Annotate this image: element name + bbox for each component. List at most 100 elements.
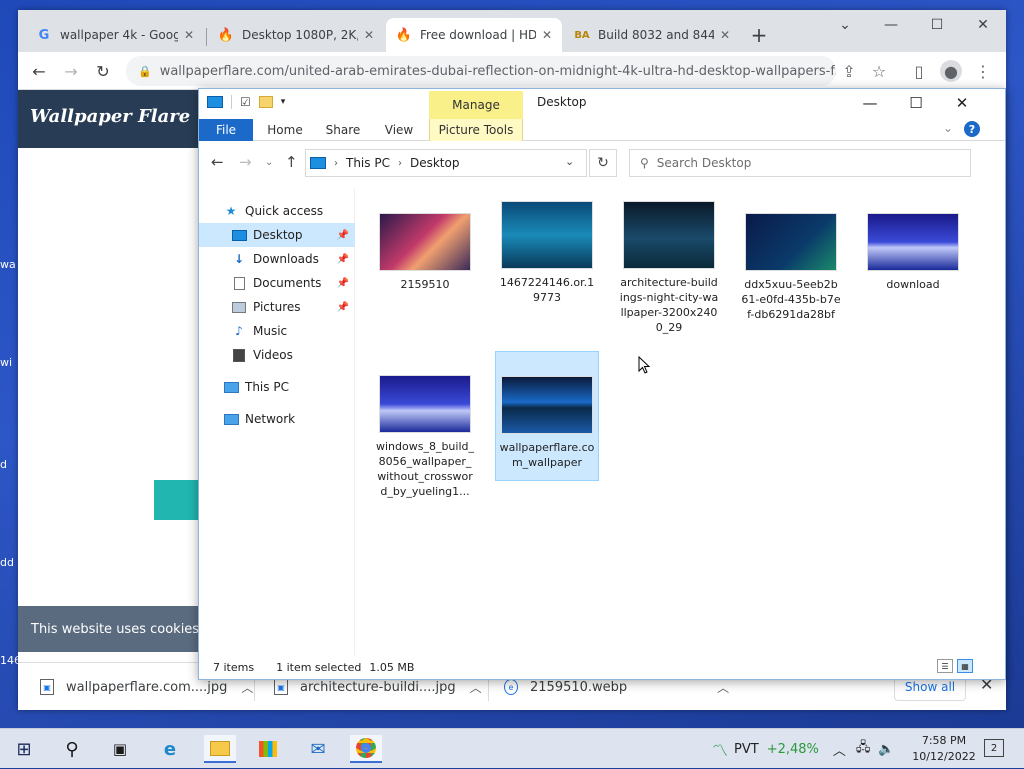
- help-icon[interactable]: ?: [964, 121, 980, 137]
- page-block: [154, 480, 198, 520]
- chevron-up-icon[interactable]: ︿: [833, 740, 846, 759]
- dropdown-icon[interactable]: ▾: [281, 97, 286, 107]
- chevron-up-icon[interactable]: ︿: [470, 679, 482, 696]
- details-view-icon[interactable]: ☰: [937, 659, 953, 673]
- file-item[interactable]: 2159510: [373, 205, 477, 292]
- file-item-selected[interactable]: wallpaperflare.com_wallpaper: [495, 351, 599, 481]
- maximize-button[interactable]: ☐: [914, 10, 960, 40]
- nav-item-documents[interactable]: Documents 📌: [199, 271, 355, 295]
- stock-change[interactable]: +2,48%: [767, 742, 819, 757]
- site-logo[interactable]: Wallpaper Flare: [30, 106, 190, 127]
- chrome-icon[interactable]: [350, 735, 382, 763]
- pin-icon[interactable]: 📌: [337, 302, 349, 313]
- search-input[interactable]: ⚲ Search Desktop: [629, 149, 971, 177]
- image-file-icon: ▣: [274, 679, 288, 695]
- clock[interactable]: 7:58 PM 10/12/2022: [912, 733, 976, 765]
- file-list: 2159510 1467224146.or.19773 architecture…: [359, 189, 1005, 655]
- volume-icon[interactable]: 🔈: [878, 742, 894, 757]
- nav-item-network[interactable]: Network: [199, 407, 355, 431]
- nav-label: Videos: [253, 348, 293, 362]
- tab-share[interactable]: Share: [317, 119, 369, 141]
- close-icon[interactable]: ✕: [542, 28, 552, 42]
- chevron-up-icon[interactable]: ︿: [717, 679, 729, 696]
- tab-build[interactable]: BA Build 8032 and 8441 ✕: [564, 18, 740, 52]
- network-icon[interactable]: 🖧: [856, 738, 871, 760]
- close-icon[interactable]: ✕: [184, 28, 194, 42]
- manage-tab[interactable]: Manage: [429, 91, 523, 119]
- address-bar[interactable]: 🔒 wallpaperflare.com/united-arab-emirate…: [126, 56, 836, 86]
- tab-picture-tools[interactable]: Picture Tools: [429, 119, 523, 141]
- pc-icon[interactable]: [207, 96, 223, 108]
- reload-button[interactable]: ↻: [92, 60, 114, 82]
- download-icon: ↓: [233, 252, 245, 266]
- recent-locations-icon[interactable]: ⌄: [265, 157, 273, 168]
- pin-icon[interactable]: 📌: [337, 254, 349, 265]
- tab-file[interactable]: File: [199, 119, 253, 141]
- new-tab-button[interactable]: +: [748, 23, 770, 47]
- forward-button[interactable]: →: [60, 60, 82, 82]
- desktop-icon-label[interactable]: wi: [0, 356, 18, 369]
- nav-item-videos[interactable]: Videos: [199, 343, 355, 367]
- expand-ribbon-icon[interactable]: ⌄: [943, 121, 953, 135]
- refresh-button[interactable]: ↻: [589, 149, 617, 177]
- up-button[interactable]: ↑: [285, 153, 298, 171]
- back-button[interactable]: ←: [211, 153, 224, 171]
- file-item[interactable]: 1467224146.or.19773: [495, 193, 599, 305]
- maximize-button[interactable]: ☐: [893, 89, 939, 117]
- file-item[interactable]: windows_8_build_8056_wallpaper_without_c…: [373, 367, 477, 499]
- edge-icon[interactable]: e: [154, 735, 186, 763]
- close-icon[interactable]: ✕: [720, 28, 730, 42]
- search-icon[interactable]: ⚲: [56, 735, 88, 763]
- minimize-button[interactable]: —: [847, 89, 893, 117]
- tab-separator: [206, 28, 207, 46]
- minimize-button[interactable]: —: [868, 10, 914, 40]
- windows-start-icon[interactable]: ⊞: [8, 735, 40, 763]
- desktop-icon-label[interactable]: d: [0, 458, 18, 471]
- mail-icon[interactable]: ✉: [302, 735, 334, 763]
- profile-avatar-icon[interactable]: ●: [940, 60, 962, 82]
- file-explorer-icon[interactable]: [204, 735, 236, 763]
- address-bar[interactable]: › This PC › Desktop: [305, 149, 587, 177]
- chevron-up-icon[interactable]: ︿: [241, 679, 253, 696]
- close-window-button[interactable]: ✕: [960, 10, 1006, 40]
- desktop-icon-label[interactable]: wa: [0, 258, 18, 271]
- breadcrumb-item[interactable]: This PC: [346, 156, 390, 170]
- pin-icon[interactable]: 📌: [337, 278, 349, 289]
- back-button[interactable]: ←: [28, 60, 50, 82]
- new-folder-icon[interactable]: [258, 96, 273, 108]
- pin-icon[interactable]: 📌: [337, 230, 349, 241]
- menu-icon[interactable]: ⋮: [972, 60, 994, 82]
- tab-free-download[interactable]: 🔥 Free download | HD ✕: [386, 18, 562, 52]
- nav-label: Network: [245, 412, 296, 426]
- nav-item-pictures[interactable]: Pictures 📌: [199, 295, 355, 319]
- close-window-button[interactable]: ✕: [939, 89, 985, 117]
- nav-item-downloads[interactable]: ↓ Downloads 📌: [199, 247, 355, 271]
- nav-item-quick-access[interactable]: ★ Quick access: [199, 199, 355, 223]
- large-icons-view-icon[interactable]: ▦: [957, 659, 973, 673]
- address-dropdown-icon[interactable]: ⌄: [565, 155, 574, 168]
- file-item[interactable]: ddx5xuu-5eeb2b61-e0fd-435b-b7ef-db6291da…: [739, 205, 843, 322]
- tab-search-icon[interactable]: ⌄: [822, 10, 868, 40]
- file-item[interactable]: download: [861, 205, 965, 292]
- nav-item-music[interactable]: ♪ Music: [199, 319, 355, 343]
- properties-icon[interactable]: ☑: [240, 95, 251, 109]
- notification-center-icon[interactable]: 2: [984, 739, 1004, 757]
- nav-item-this-pc[interactable]: This PC: [199, 375, 355, 399]
- forward-button[interactable]: →: [239, 153, 252, 171]
- bookmark-star-icon[interactable]: ☆: [868, 60, 890, 82]
- tab-desktop-wallpapers[interactable]: 🔥 Desktop 1080P, 2K, 4 ✕: [208, 18, 384, 52]
- file-name: 2159510: [400, 278, 450, 291]
- tab-home[interactable]: Home: [259, 119, 311, 141]
- close-icon[interactable]: ✕: [364, 28, 374, 42]
- nav-item-desktop[interactable]: Desktop 📌: [199, 223, 355, 247]
- file-item[interactable]: architecture-buildings-night-city-wallpa…: [617, 193, 721, 335]
- stock-name[interactable]: PVT: [734, 742, 759, 757]
- microsoft-store-icon[interactable]: [252, 735, 284, 763]
- breadcrumb-item[interactable]: Desktop: [410, 156, 460, 170]
- side-panel-icon[interactable]: ▯: [908, 60, 930, 82]
- share-icon[interactable]: ⇪: [838, 60, 860, 82]
- tab-google[interactable]: G wallpaper 4k - Google ✕: [26, 18, 204, 52]
- desktop-icon-label[interactable]: dd: [0, 556, 18, 569]
- task-view-icon[interactable]: ▣: [104, 735, 136, 763]
- tab-view[interactable]: View: [375, 119, 423, 141]
